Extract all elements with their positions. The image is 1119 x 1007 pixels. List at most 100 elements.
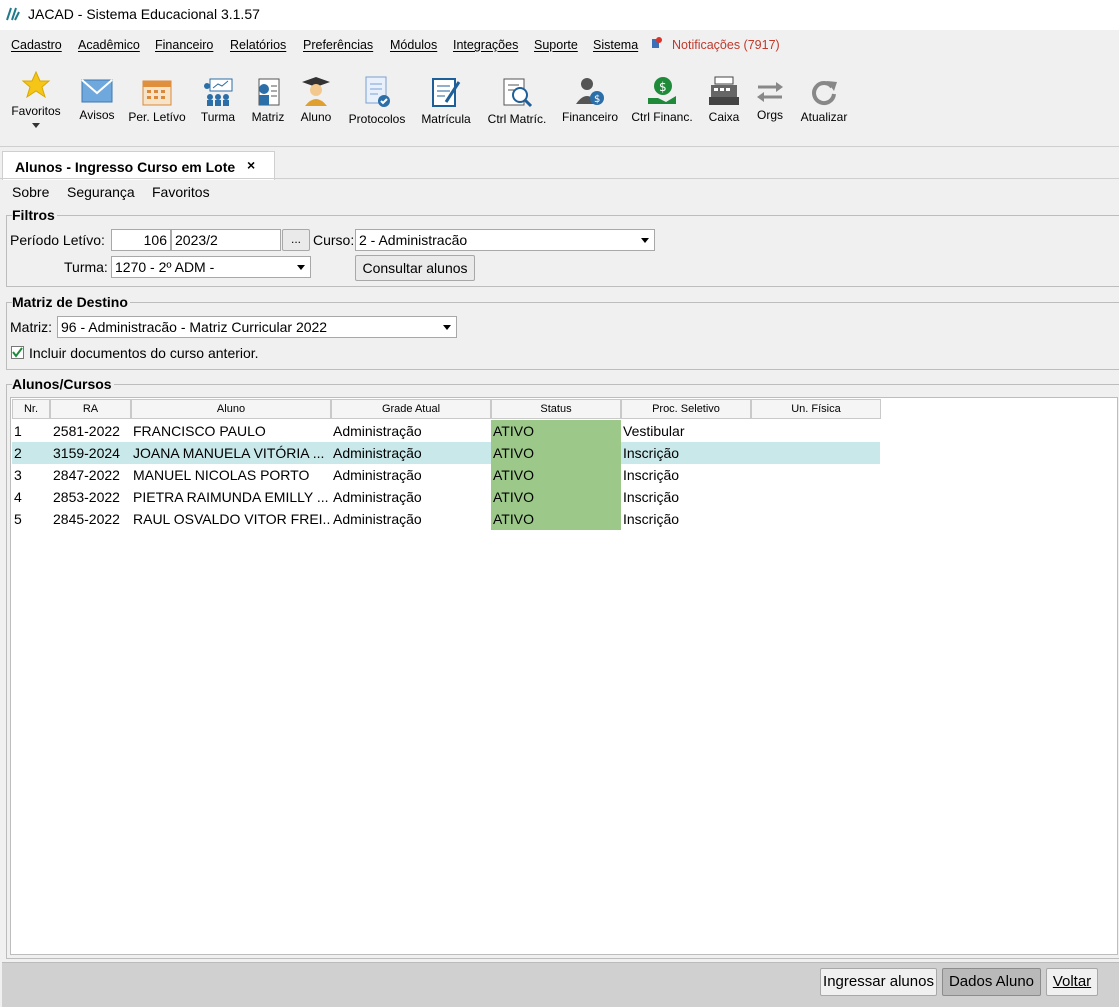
menu-suporte[interactable]: Suporte: [534, 38, 578, 52]
matriz-select-value: 96 - Administracão - Matriz Curricular 2…: [61, 319, 328, 335]
menu-cadastro[interactable]: Cadastro: [11, 38, 62, 52]
notification-icon[interactable]: [652, 37, 662, 49]
curso-label: Curso:: [313, 232, 355, 248]
cell-status: ATIVO: [491, 464, 621, 486]
ingressar-alunos-button[interactable]: Ingressar alunos: [820, 968, 937, 996]
voltar-button[interactable]: Voltar: [1046, 968, 1098, 996]
cell-nr: 3: [14, 467, 22, 483]
toolbar-label: Atualizar: [800, 110, 848, 124]
cell-nr: 1: [14, 423, 22, 439]
curso-select[interactable]: 2 - Administracão: [355, 229, 655, 251]
tab-title: Alunos - Ingresso Curso em Lote: [15, 159, 236, 175]
menu-preferencias[interactable]: Preferências: [303, 38, 373, 52]
column-header-aluno[interactable]: Aluno: [131, 399, 331, 419]
cell-aluno: MANUEL NICOLAS PORTO: [133, 467, 310, 483]
menu-integracoes[interactable]: Integrações: [453, 38, 518, 52]
chevron-down-icon: [297, 265, 305, 270]
table-row-selected[interactable]: 2 3159-2024 JOANA MANUELA VITÓRIA ... Ad…: [12, 442, 880, 464]
svg-text:$: $: [594, 94, 600, 105]
menu-modulos[interactable]: Módulos: [390, 38, 437, 52]
matriz-label: Matriz:: [10, 319, 52, 335]
incluir-documentos-checkbox[interactable]: [11, 346, 24, 359]
menu-relatorios[interactable]: Relatórios: [230, 38, 286, 52]
toolbar: Favoritos Avisos Per. Letívo Turma Matri…: [0, 58, 1119, 147]
toolbar-label: Ctrl Financ.: [631, 110, 693, 124]
cell-ra: 2581-2022: [53, 423, 120, 439]
toolbar-matricula-button[interactable]: Matrícula: [418, 76, 474, 126]
column-header-ra[interactable]: RA: [50, 399, 131, 419]
periodo-value-field[interactable]: 2023/2: [171, 229, 281, 251]
filters-legend: Filtros: [12, 207, 57, 223]
enrollment-edit-icon: [432, 78, 461, 107]
cell-un-fisica: [751, 486, 881, 508]
column-header-grade[interactable]: Grade Atual: [331, 399, 491, 419]
toolbar-caixa-button[interactable]: Caixa: [704, 76, 744, 124]
toolbar-financeiro-button[interactable]: $ Financeiro: [559, 76, 621, 124]
cell-nr: 5: [14, 511, 22, 527]
turma-select[interactable]: 1270 - 2º ADM -: [111, 256, 311, 278]
periodo-code-field[interactable]: 106: [111, 229, 171, 251]
close-icon[interactable]: ×: [247, 157, 255, 173]
alunos-table[interactable]: Nr. RA Aluno Grade Atual Status Proc. Se…: [10, 397, 1118, 955]
cash-register-icon: [709, 76, 739, 105]
toolbar-atualizar-button[interactable]: Atualizar: [798, 78, 850, 124]
cell-un-fisica: [751, 464, 881, 486]
toolbar-turma-button[interactable]: Turma: [197, 78, 239, 124]
cell-un-fisica: [751, 508, 881, 530]
cell-ra: 2845-2022: [53, 511, 120, 527]
column-header-nr[interactable]: Nr.: [12, 399, 50, 419]
toolbar-label: Protocolos: [348, 112, 406, 126]
cell-grade: Administração: [333, 467, 422, 483]
cell-grade: Administração: [333, 423, 422, 439]
finance-person-icon: $: [576, 78, 604, 105]
swap-arrows-icon: [757, 82, 783, 102]
toolbar-matriz-button[interactable]: Matriz: [248, 78, 288, 124]
menu-sistema[interactable]: Sistema: [593, 38, 638, 52]
menu-academico[interactable]: Acadêmico: [78, 38, 140, 52]
toolbar-label: Financeiro: [561, 110, 619, 124]
tab-alunos-ingresso[interactable]: Alunos - Ingresso Curso em Lote ×: [2, 151, 275, 180]
notifications-link[interactable]: Notificações (7917): [672, 38, 780, 52]
consultar-alunos-button[interactable]: Consultar alunos: [355, 255, 475, 281]
cell-un-fisica: [751, 420, 881, 442]
table-row[interactable]: 1 2581-2022 FRANCISCO PAULO Administraçã…: [12, 420, 880, 442]
toolbar-orgs-button[interactable]: Orgs: [752, 80, 788, 122]
cell-status: ATIVO: [491, 420, 621, 442]
toolbar-ctrl-financ-button[interactable]: $ Ctrl Financ.: [630, 76, 694, 124]
table-row[interactable]: 4 2853-2022 PIETRA RAIMUNDA EMILLY ... A…: [12, 486, 880, 508]
periodo-label: Período Letívo:: [10, 232, 105, 248]
toolbar-avisos-button[interactable]: Avisos: [75, 78, 119, 122]
toolbar-ctrl-matric-button[interactable]: Ctrl Matríc.: [484, 76, 550, 126]
column-header-status[interactable]: Status: [491, 399, 621, 419]
curriculum-icon: [258, 78, 280, 106]
column-header-un-fisica[interactable]: Un. Física: [751, 399, 881, 419]
toolbar-favoritos-button[interactable]: Favoritos: [10, 70, 62, 129]
submenu-seguranca[interactable]: Segurança: [67, 184, 135, 200]
tab-divider: [0, 178, 1119, 179]
toolbar-periodo-button[interactable]: Per. Letívo: [128, 78, 186, 124]
toolbar-label: Per. Letívo: [128, 110, 186, 124]
envelope-icon: [81, 79, 113, 103]
toolbar-aluno-button[interactable]: Aluno: [296, 76, 336, 124]
dados-aluno-button[interactable]: Dados Aluno: [942, 968, 1041, 996]
title-bar: JACAD - Sistema Educacional 3.1.57: [0, 0, 1119, 30]
menu-financeiro[interactable]: Financeiro: [155, 38, 213, 52]
cell-status: ATIVO: [491, 508, 621, 530]
toolbar-label: Favoritos: [11, 104, 61, 118]
turma-select-value: 1270 - 2º ADM -: [115, 259, 215, 275]
money-hand-icon: $: [648, 77, 676, 104]
periodo-browse-button[interactable]: ...: [282, 229, 310, 251]
student-icon: [302, 77, 330, 106]
column-header-proc-seletivo[interactable]: Proc. Seletivo: [621, 399, 751, 419]
cell-proc-seletivo: Vestibular: [623, 423, 685, 439]
matriz-select[interactable]: 96 - Administracão - Matriz Curricular 2…: [57, 316, 457, 338]
submenu-sobre[interactable]: Sobre: [12, 184, 49, 200]
toolbar-label: Avisos: [79, 108, 115, 122]
toolbar-label: Matriz: [251, 110, 285, 124]
submenu-favoritos[interactable]: Favoritos: [152, 184, 210, 200]
toolbar-protocolos-button[interactable]: Protocolos: [345, 76, 409, 126]
table-row[interactable]: 5 2845-2022 RAUL OSVALDO VITOR FREI... A…: [12, 508, 880, 530]
cell-nr: 2: [14, 445, 22, 461]
cell-grade: Administração: [333, 511, 422, 527]
table-row[interactable]: 3 2847-2022 MANUEL NICOLAS PORTO Adminis…: [12, 464, 880, 486]
